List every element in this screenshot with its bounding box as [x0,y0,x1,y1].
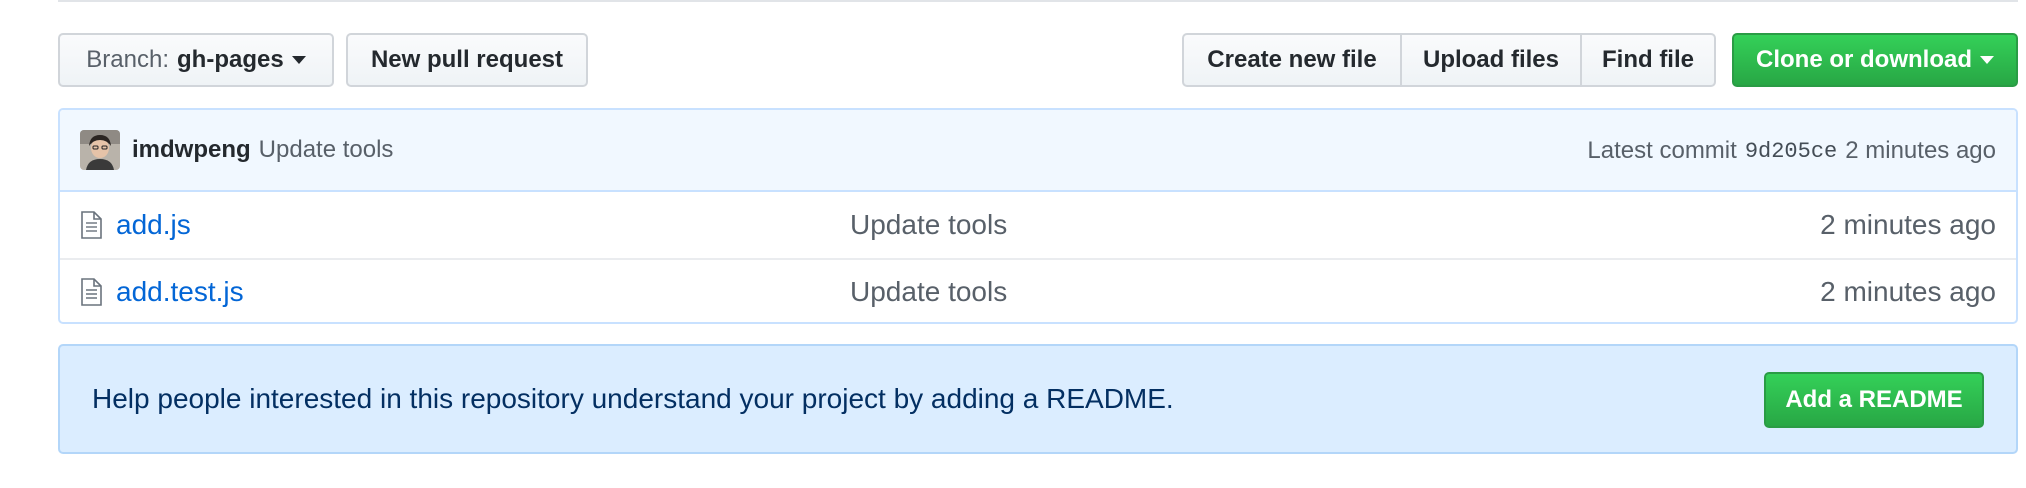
file-age: 2 minutes ago [1820,276,1996,307]
add-readme-button[interactable]: Add a README [1764,372,1984,428]
top-divider [58,0,2018,2]
file-icon [81,278,102,306]
file-commit-message-link[interactable]: Update tools [850,276,1007,308]
clone-or-download-button[interactable]: Clone or download [1732,33,2018,87]
file-icon [81,211,102,239]
file-actions-group: Create new file Upload files Find file [1182,33,1716,87]
commit-age: 2 minutes ago [1845,137,1996,164]
file-commit-message-link[interactable]: Update tools [850,209,1007,241]
commit-message-link[interactable]: Update tools [259,136,394,164]
clone-or-download-label: Clone or download [1756,46,1972,73]
branch-name: gh-pages [177,46,284,73]
create-new-file-button[interactable]: Create new file [1182,33,1402,87]
branch-select-button[interactable]: Branch: gh-pages [58,33,334,87]
latest-commit-bar: imdwpeng Update tools Latest commit 9d20… [60,110,2016,192]
caret-down-icon [291,56,306,64]
find-file-button[interactable]: Find file [1580,33,1716,87]
commit-author-link[interactable]: imdwpeng [132,136,251,164]
latest-commit-info: Latest commit 9d205ce 2 minutes ago [1587,110,1996,192]
readme-prompt-text: Help people interested in this repositor… [92,383,1174,414]
file-table: imdwpeng Update tools Latest commit 9d20… [58,108,2018,324]
file-row: add.test.js Update tools 2 minutes ago [60,258,2016,322]
new-pull-request-button[interactable]: New pull request [346,33,588,87]
file-row: add.js Update tools 2 minutes ago [60,192,2016,258]
readme-prompt: Help people interested in this repositor… [58,344,2018,454]
caret-down-icon [1980,56,1994,64]
file-age: 2 minutes ago [1820,209,1996,240]
upload-files-button[interactable]: Upload files [1400,33,1582,87]
avatar[interactable] [80,130,120,170]
commit-sha-link[interactable]: 9d205ce [1745,139,1837,164]
file-name-link[interactable]: add.js [116,209,191,241]
branch-prefix-label: Branch: [86,46,170,73]
latest-commit-label: Latest commit [1587,137,1737,164]
file-name-link[interactable]: add.test.js [116,276,244,308]
